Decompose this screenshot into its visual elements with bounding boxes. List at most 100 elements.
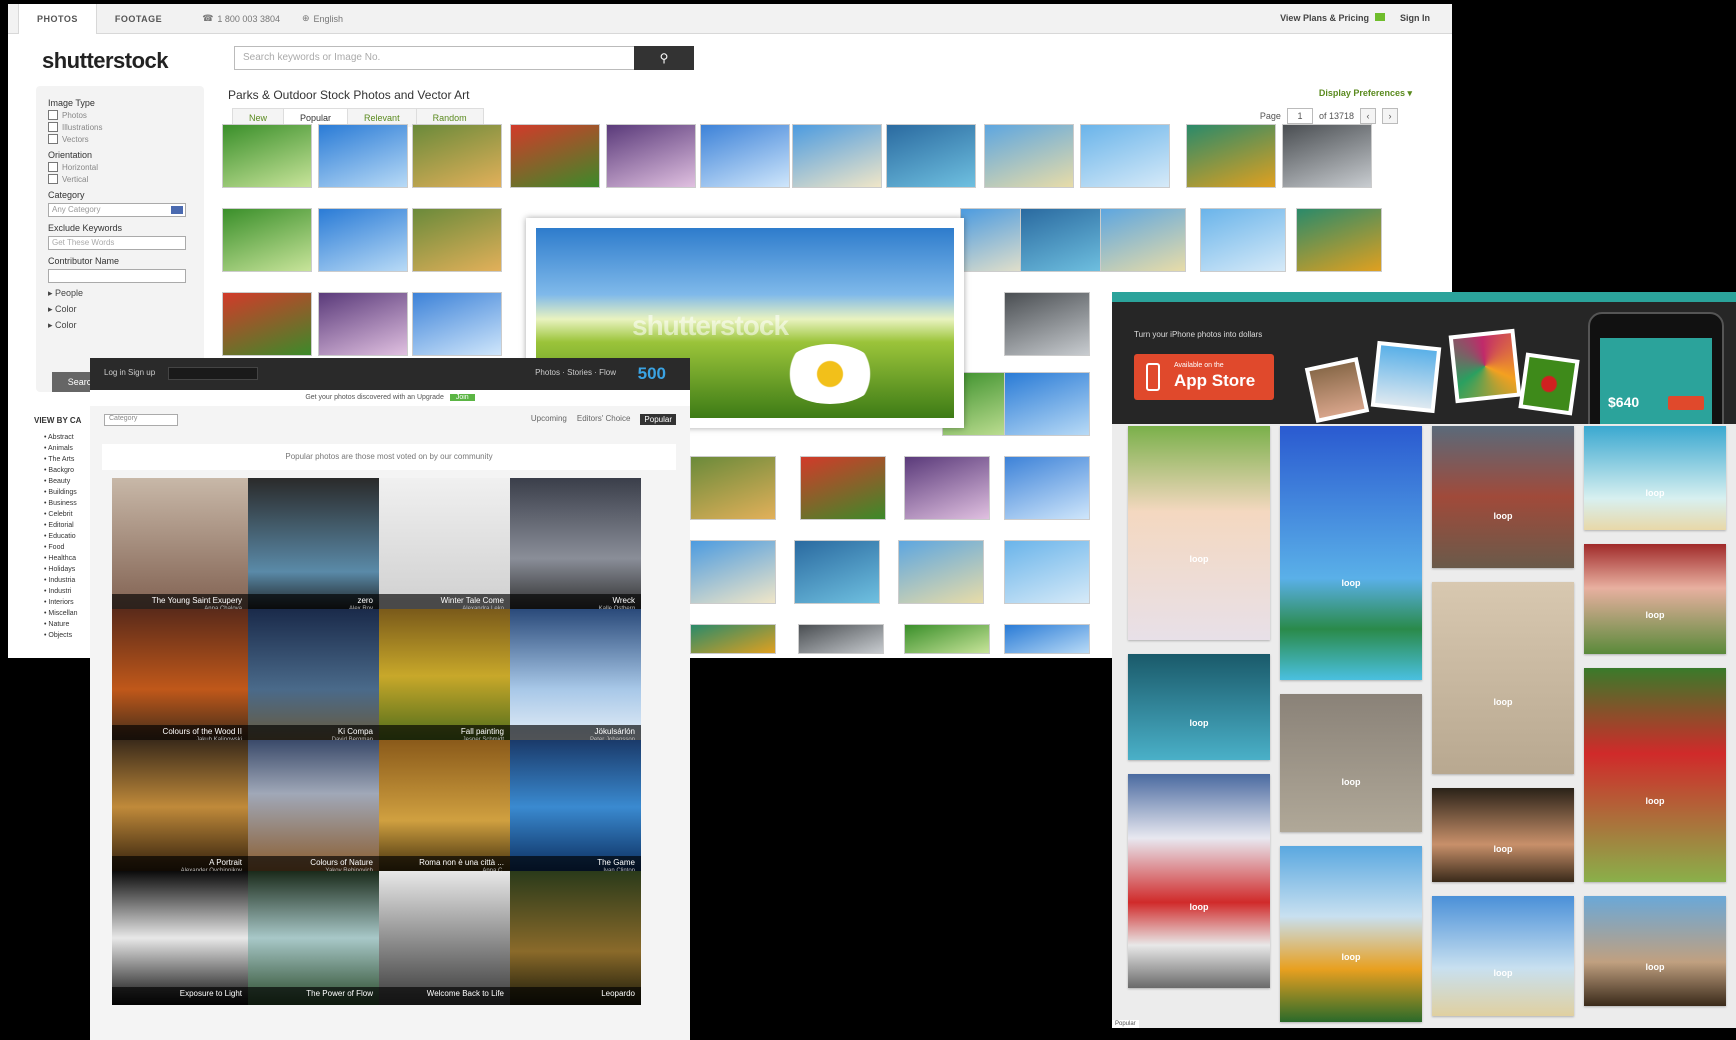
stock-thumbnail[interactable] <box>412 124 502 188</box>
stock-thumbnail[interactable] <box>700 124 790 188</box>
search-button[interactable]: ⚲ <box>634 46 694 70</box>
category-link[interactable]: • Healthca <box>44 553 78 564</box>
category-dropdown[interactable]: Category <box>104 414 178 426</box>
stock-thumbnail[interactable] <box>1004 372 1090 436</box>
filter-illustrations[interactable]: Illustrations <box>48 122 192 132</box>
stock-thumbnail[interactable] <box>1004 624 1090 654</box>
stock-thumbnail[interactable] <box>1020 208 1106 272</box>
category-link[interactable]: • Food <box>44 542 78 553</box>
stock-thumbnail[interactable] <box>222 292 312 356</box>
category-link[interactable]: • Abstract <box>44 432 78 443</box>
search-input[interactable]: Search keywords or Image No. <box>234 46 638 70</box>
sign-in-link[interactable]: Sign In <box>1400 13 1430 23</box>
photo-tile[interactable]: The Young Saint ExuperyAnna Chalova <box>112 478 248 612</box>
stock-thumbnail[interactable] <box>1100 208 1186 272</box>
stock-thumbnail[interactable] <box>1296 208 1382 272</box>
loop-photo-card[interactable]: loop <box>1584 668 1726 882</box>
expander-color-2[interactable]: ▸ Color <box>48 320 192 331</box>
stock-thumbnail[interactable] <box>222 124 312 188</box>
expander-color[interactable]: ▸ Color <box>48 304 192 315</box>
tab-footage[interactable]: FOOTAGE <box>97 4 180 34</box>
filter-vectors[interactable]: Vectors <box>48 134 192 144</box>
category-link[interactable]: • Celebrit <box>44 509 78 520</box>
category-link[interactable]: • Interiors <box>44 597 78 608</box>
photo-tile[interactable]: Welcome Back to Life <box>374 871 510 1005</box>
stock-thumbnail[interactable] <box>606 124 696 188</box>
stock-thumbnail[interactable] <box>898 540 984 604</box>
loop-photo-card[interactable]: loop <box>1432 426 1574 568</box>
tab-popular[interactable]: Popular <box>640 414 676 425</box>
loop-photo-card[interactable]: loop <box>1280 426 1422 680</box>
tab-photos[interactable]: PHOTOS <box>18 4 97 34</box>
stock-thumbnail[interactable] <box>318 124 408 188</box>
loop-photo-card[interactable]: loop <box>1584 544 1726 654</box>
display-preferences-link[interactable]: Display Preferences ▾ <box>1319 88 1412 99</box>
tab-editors-choice[interactable]: Editors' Choice <box>577 414 631 425</box>
language-selector[interactable]: English <box>314 14 344 24</box>
contributor-input[interactable] <box>48 269 186 283</box>
category-select[interactable]: Any Category <box>48 203 186 217</box>
stock-thumbnail[interactable] <box>984 124 1074 188</box>
category-link[interactable]: • Industri <box>44 586 78 597</box>
category-link[interactable]: • Miscellan <box>44 608 78 619</box>
category-link[interactable]: • Industria <box>44 575 78 586</box>
stock-thumbnail[interactable] <box>792 124 882 188</box>
photo-tile[interactable]: JökulsárlónPeter Johansson <box>505 609 641 743</box>
stock-thumbnail[interactable] <box>510 124 600 188</box>
photo-tile[interactable]: Colours of NatureYakov Rebinovich <box>243 740 379 874</box>
photo-tile[interactable]: A PortraitAlexander Ovchinnikov <box>112 740 248 874</box>
loop-photo-card[interactable]: loop <box>1128 426 1270 640</box>
photo-tile[interactable]: Leopardo <box>505 871 641 1005</box>
category-link[interactable]: • Educatio <box>44 531 78 542</box>
loop-photo-card[interactable]: loop <box>1280 694 1422 832</box>
tab-upcoming[interactable]: Upcoming <box>531 414 567 425</box>
category-link[interactable]: • Buildings <box>44 487 78 498</box>
stock-thumbnail[interactable] <box>1200 208 1286 272</box>
stock-thumbnail[interactable] <box>690 456 776 520</box>
stock-thumbnail[interactable] <box>1004 292 1090 356</box>
expander-people[interactable]: ▸ People <box>48 288 192 299</box>
pricing-link[interactable]: View Plans & Pricing <box>1280 13 1369 23</box>
loop-photo-card[interactable]: loop <box>1432 896 1574 1016</box>
photo-tile[interactable]: The GameIvan Clinton <box>505 740 641 874</box>
promo-button[interactable]: Join <box>449 394 475 401</box>
stock-thumbnail[interactable] <box>1080 124 1170 188</box>
loop-photo-card[interactable]: loop <box>1584 896 1726 1006</box>
stock-thumbnail[interactable] <box>318 208 408 272</box>
loop-photo-card[interactable]: loop <box>1432 582 1574 774</box>
stock-thumbnail[interactable] <box>412 292 502 356</box>
stock-thumbnail[interactable] <box>798 624 884 654</box>
photo-tile[interactable]: Winter Tale ComeAlexandra Leko <box>374 478 510 612</box>
photo-tile[interactable]: zeroAlex Roy <box>243 478 379 612</box>
stock-thumbnail[interactable] <box>886 124 976 188</box>
next-page-button[interactable]: › <box>1382 108 1398 124</box>
loop-photo-card[interactable]: loop <box>1432 788 1574 882</box>
category-link[interactable]: • Holidays <box>44 564 78 575</box>
photo-tile[interactable]: Exposure to Light <box>112 871 248 1005</box>
stock-thumbnail[interactable] <box>412 208 502 272</box>
category-link[interactable]: • Editorial <box>44 520 78 531</box>
stock-thumbnail[interactable] <box>904 624 990 654</box>
stock-thumbnail[interactable] <box>1282 124 1372 188</box>
photo-tile[interactable]: The Power of Flow <box>243 871 379 1005</box>
stock-thumbnail[interactable] <box>1004 456 1090 520</box>
page-input[interactable]: 1 <box>1286 108 1313 124</box>
fivehundred-logo[interactable]: 500 <box>638 364 666 384</box>
stock-thumbnail[interactable] <box>690 540 776 604</box>
stock-thumbnail[interactable] <box>904 456 990 520</box>
stock-thumbnail[interactable] <box>318 292 408 356</box>
stock-thumbnail[interactable] <box>222 208 312 272</box>
stock-thumbnail[interactable] <box>690 624 776 654</box>
category-link[interactable]: • Business <box>44 498 78 509</box>
photo-tile[interactable]: WreckKalle Ostberg <box>505 478 641 612</box>
category-link[interactable]: • Backgro <box>44 465 78 476</box>
stock-thumbnail[interactable] <box>1004 540 1090 604</box>
category-link[interactable]: • The Arts <box>44 454 78 465</box>
category-link[interactable]: • Beauty <box>44 476 78 487</box>
search-input[interactable] <box>168 367 258 380</box>
loop-photo-card[interactable]: loop <box>1584 426 1726 530</box>
app-store-button[interactable]: Available on the App Store <box>1134 354 1274 400</box>
filter-photos[interactable]: Photos <box>48 110 192 120</box>
stock-thumbnail[interactable] <box>1186 124 1276 188</box>
filter-vertical[interactable]: Vertical <box>48 174 192 184</box>
